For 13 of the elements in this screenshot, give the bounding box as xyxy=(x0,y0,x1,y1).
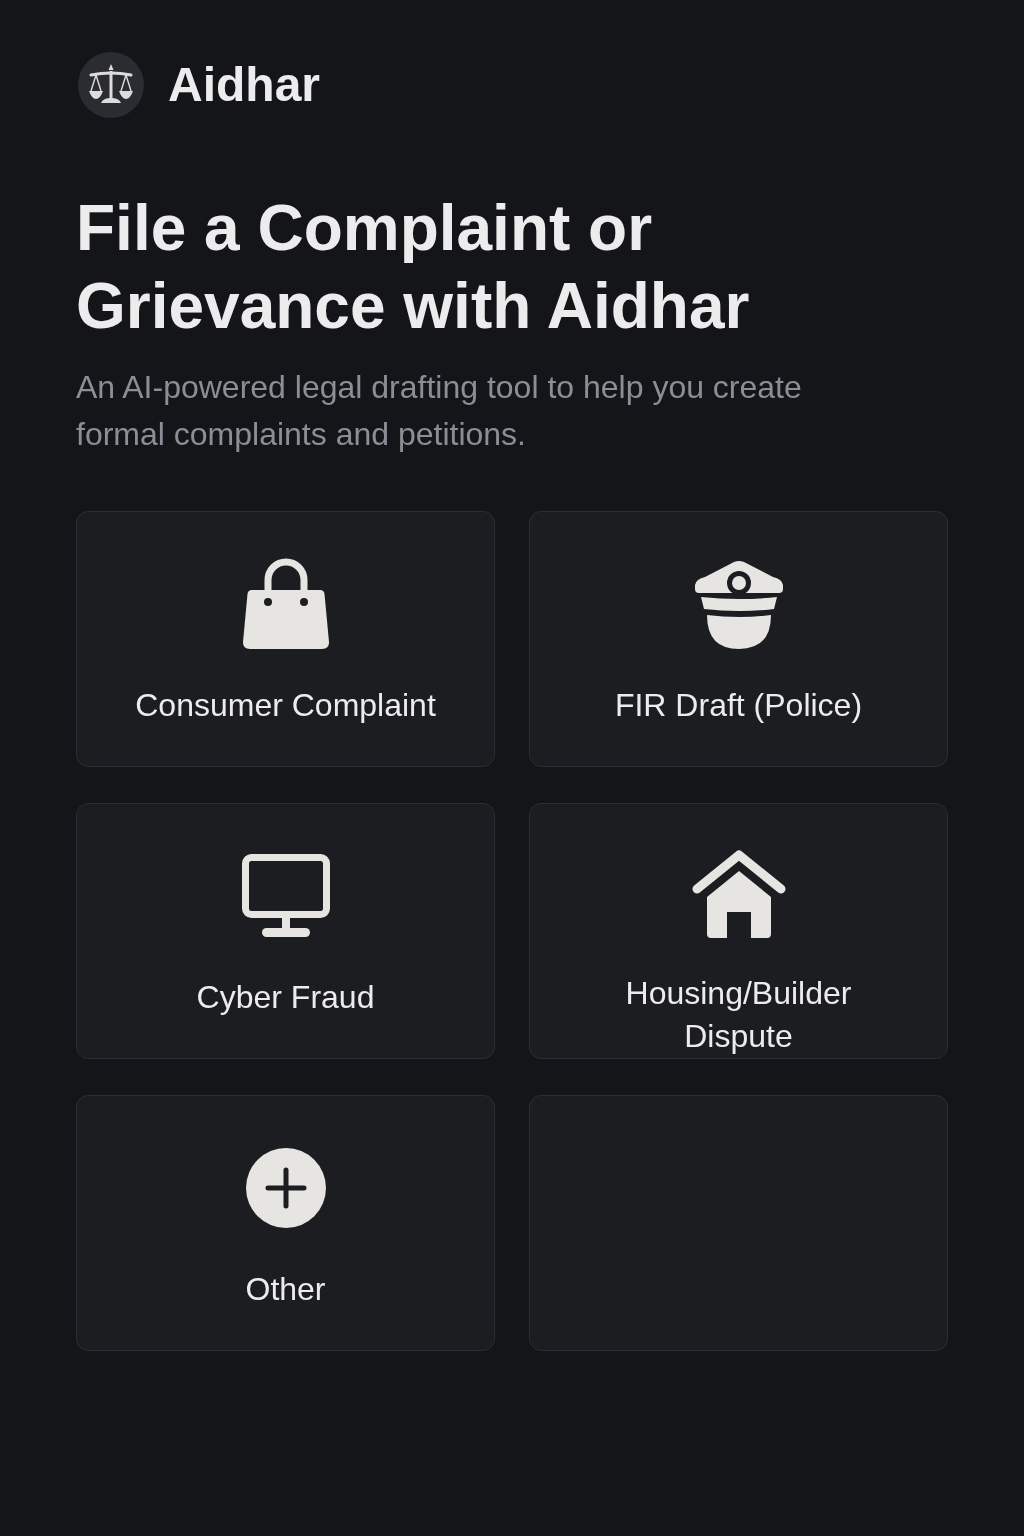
scales-logo-icon xyxy=(78,52,144,118)
plus-circle-icon xyxy=(245,1148,326,1228)
app-name: Aidhar xyxy=(168,57,320,113)
category-card[interactable]: Consumer Complaint xyxy=(76,511,495,767)
category-card[interactable]: Other xyxy=(76,1095,495,1351)
house-icon xyxy=(691,850,786,938)
page-subtitle: An AI-powered legal drafting tool to help you create formal complaints and petitions. xyxy=(76,368,803,454)
monitor-icon xyxy=(241,854,330,938)
category-card[interactable]: Housing/Builder Dispute xyxy=(529,803,948,1059)
shopping-bag-icon xyxy=(241,558,330,650)
category-card[interactable]: FIR Draft (Police) xyxy=(529,511,948,767)
page-title: File a Complaint or Grievance with Aidhar xyxy=(76,191,751,344)
category-card[interactable]: Cyber Fraud xyxy=(76,803,495,1059)
